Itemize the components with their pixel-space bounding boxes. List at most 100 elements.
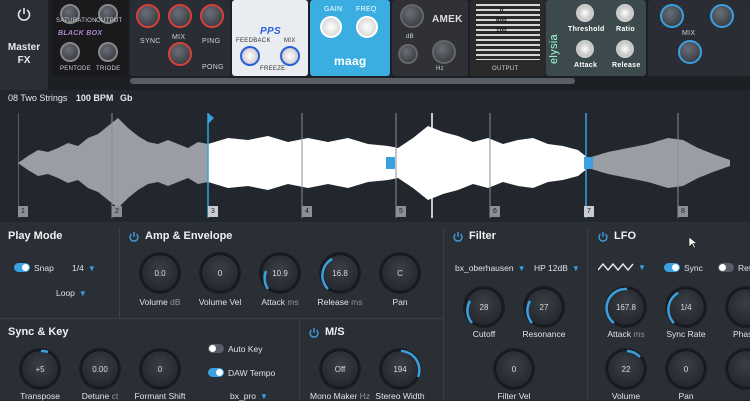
lfo-retrig-toggle[interactable] — [718, 263, 734, 272]
attack-fx-knob[interactable] — [576, 40, 594, 58]
plugin-pps[interactable]: PPS FEEDBACK MIX FREEZE — [232, 0, 308, 76]
ratio-knob[interactable] — [616, 4, 634, 22]
last-knob-1[interactable] — [660, 4, 684, 28]
lfo-sync-toggle[interactable] — [664, 263, 680, 272]
pps-mix-knob[interactable] — [280, 46, 300, 66]
formant-shift-knob[interactable]: 0 — [141, 350, 179, 388]
mono-maker-value: Off — [334, 364, 346, 374]
slice-marker-8[interactable]: 8 — [678, 206, 688, 217]
snap-label: Snap — [34, 263, 54, 273]
auto-key-toggle[interactable] — [208, 344, 224, 353]
daw-tempo-toggle[interactable] — [208, 368, 224, 377]
maag-gain-knob[interactable] — [320, 16, 342, 38]
chevron-down-icon: ▼ — [87, 264, 96, 273]
plugin-amek[interactable]: AMEK dB Hz — [392, 0, 468, 76]
delay-knob-3[interactable] — [200, 4, 224, 28]
lfo-pan-knob[interactable]: 0 — [667, 350, 705, 388]
triode-knob[interactable] — [98, 42, 118, 62]
last-mix-knob[interactable] — [678, 40, 702, 64]
maag-freq-knob[interactable] — [356, 16, 378, 38]
plugin-delay[interactable]: SYNC MIX PING PONG — [130, 0, 230, 76]
waveform-right — [398, 126, 588, 200]
pentode-knob[interactable] — [60, 42, 80, 62]
fx-rack-scrollbar[interactable] — [130, 78, 575, 84]
lfo-phase-label: Phas — [733, 329, 750, 339]
filter-type-select[interactable]: bx_oberhausen ▼ — [455, 263, 526, 273]
slice-marker-1[interactable]: 1 — [18, 206, 28, 217]
maag-gain-label: GAIN — [324, 6, 343, 13]
mono-maker-knob[interactable]: Off — [321, 350, 359, 388]
lfo-attack-knob[interactable]: 167.8 — [605, 287, 645, 326]
volume-vel-knob[interactable]: 0 — [201, 254, 239, 292]
resonance-knob[interactable]: 27 — [525, 288, 563, 326]
lfo-rate-knob[interactable]: 1/4 — [667, 288, 705, 326]
release-fx-label: Release — [612, 62, 641, 69]
stereo-width-knob[interactable]: 194 — [381, 349, 421, 388]
snap-value-select[interactable]: 1/4 ▼ — [72, 263, 96, 273]
saturation-label: SATURATION — [56, 18, 97, 24]
pps-freeze-label: FREEZE — [260, 66, 286, 72]
delay-pong-label: PONG — [202, 64, 224, 71]
sample-header: 08 Two Strings 100 BPM Gb — [8, 93, 132, 103]
delay-mix-knob[interactable] — [168, 42, 192, 66]
power-icon[interactable] — [597, 231, 609, 243]
snap-toggle[interactable] — [14, 263, 30, 272]
fx-rack: Master FX SATURATION OUTPUT BLACK BOX PE… — [0, 0, 750, 90]
slice-marker-2[interactable]: 2 — [112, 206, 122, 217]
last-knob-2[interactable] — [710, 4, 734, 28]
plugin-elysia[interactable]: elysia Threshold Ratio Attack Release — [546, 0, 646, 76]
plugin-blackbox[interactable]: SATURATION OUTPUT BLACK BOX PENTODE TRIO… — [52, 0, 128, 76]
triode-label: TRIODE — [96, 66, 121, 72]
volume-knob[interactable]: 0.0 — [141, 254, 179, 292]
release-fx-knob[interactable] — [616, 40, 634, 58]
filter-mode-select[interactable]: HP 12dB ▼ — [534, 263, 580, 273]
pentode-label: PENTODE — [60, 66, 91, 72]
power-icon[interactable] — [128, 231, 140, 243]
transpose-knob[interactable]: +5 — [21, 349, 59, 388]
lfo-rate-value: 1/4 — [680, 302, 692, 312]
filter-vel-knob[interactable]: 0 — [495, 350, 533, 388]
delay-knob-1[interactable] — [136, 4, 160, 28]
lfo-wave-icon[interactable] — [598, 262, 634, 272]
amek-knob-2[interactable] — [398, 44, 418, 64]
slice-marker-3[interactable]: 3 — [208, 206, 218, 217]
divider-4 — [299, 320, 300, 400]
slice-marker-6[interactable]: 6 — [490, 206, 500, 217]
release-value: 16.8 — [332, 268, 348, 278]
plugin-spl[interactable]: 0 800 100 OUTPUT — [470, 0, 546, 76]
plugin-maag[interactable]: GAIN FREQ maag — [310, 0, 390, 76]
daw-tempo-label: DAW Tempo — [228, 368, 276, 378]
auto-key-label: Auto Key — [228, 344, 263, 354]
loop-select[interactable]: Loop ▼ — [56, 288, 87, 298]
slice-marker-5[interactable]: 5 — [396, 206, 406, 217]
snap-value: 1/4 — [72, 263, 84, 273]
slice-marker-4[interactable]: 4 — [302, 206, 312, 217]
power-icon[interactable] — [308, 327, 320, 339]
power-icon[interactable] — [16, 6, 32, 22]
pps-feedback-knob[interactable] — [240, 46, 260, 66]
power-icon[interactable] — [452, 231, 464, 243]
delay-knob-2[interactable] — [168, 4, 192, 28]
amek-knob-3[interactable] — [432, 40, 456, 64]
delay-mix-label: MIX — [172, 34, 186, 41]
attack-knob[interactable]: 10.9 — [261, 254, 299, 292]
detune-knob[interactable]: 0.00 — [81, 350, 119, 388]
lfo-retrig-label: Ret — [738, 263, 750, 273]
attack-value: 10.9 — [272, 268, 288, 278]
resonance-label: Resonance — [522, 329, 566, 339]
cutoff-knob[interactable]: 28 — [465, 288, 503, 326]
attack-fx-label: Attack — [574, 62, 598, 69]
waveform-display[interactable] — [18, 108, 730, 218]
chevron-down-icon[interactable]: ▼ — [638, 263, 646, 272]
amek-knob-1[interactable] — [400, 4, 424, 28]
master-fx-label[interactable]: Master FX — [0, 0, 48, 90]
volume-value: 0.0 — [154, 268, 166, 278]
lfo-volume-knob[interactable]: 22 — [607, 349, 645, 388]
cutoff-value: 28 — [479, 302, 489, 312]
threshold-knob[interactable] — [576, 4, 594, 22]
slice-marker-7[interactable]: 7 — [584, 206, 594, 217]
release-knob[interactable]: 16.8 — [321, 254, 359, 292]
plugin-last[interactable]: MIX — [648, 0, 750, 76]
pan-knob[interactable]: C — [381, 254, 419, 292]
master-fx-line1: Master — [7, 42, 41, 53]
